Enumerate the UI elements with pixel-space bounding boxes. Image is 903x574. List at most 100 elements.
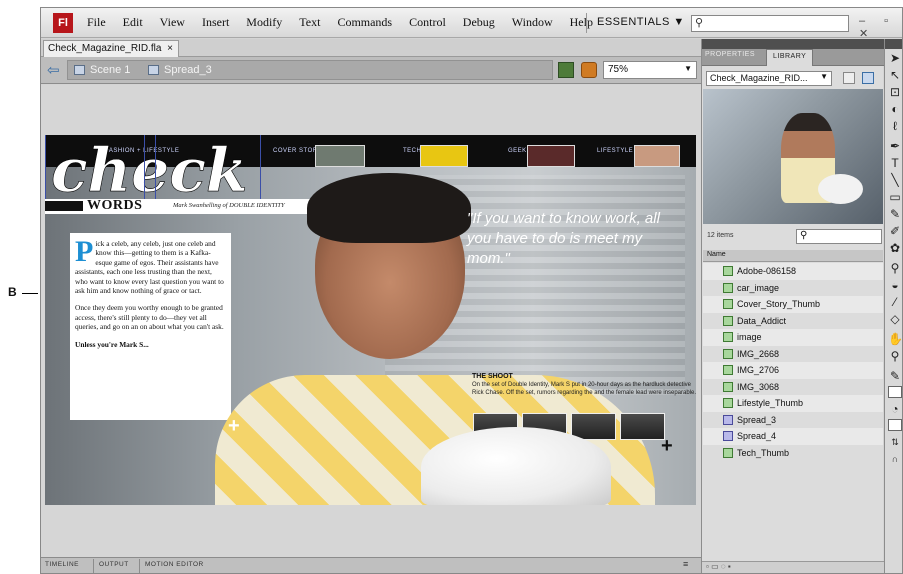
chevron-down-icon: ▼ xyxy=(684,64,692,73)
library-column-header[interactable]: Name xyxy=(703,250,883,262)
menu-insert[interactable]: Insert xyxy=(202,15,229,30)
library-footer: ▫ ▭ ◌ ▪ xyxy=(702,561,884,573)
words-title: WORDS xyxy=(87,198,143,213)
workspace-switcher[interactable]: ESSENTIALS ▼ xyxy=(597,16,685,28)
zoom-icon[interactable]: ⚲ xyxy=(888,349,902,364)
breadcrumb-scene[interactable]: Scene 1 xyxy=(90,64,130,76)
callout-label: B xyxy=(8,285,17,299)
menu-control[interactable]: Control xyxy=(409,15,446,30)
pen-icon[interactable]: ✒ xyxy=(888,139,902,154)
tab-motion-editor[interactable]: MOTION EDITOR xyxy=(145,561,204,568)
tab-divider xyxy=(139,559,140,573)
bitmap-icon xyxy=(723,299,733,309)
library-item[interactable]: Data_Addict xyxy=(703,312,883,329)
help-search-input[interactable]: ⚲ xyxy=(691,15,849,32)
fill-color-swatch[interactable] xyxy=(888,419,902,431)
rectangle-icon[interactable]: ▭ xyxy=(888,190,902,205)
menu-edit[interactable]: Edit xyxy=(123,15,143,30)
new-symbol-icon[interactable]: ▫ xyxy=(706,562,709,571)
menu-commands[interactable]: Commands xyxy=(337,15,392,30)
panel-title-strip[interactable] xyxy=(702,39,884,49)
registration-point-icon: + xyxy=(228,415,240,437)
search-icon: ⚲ xyxy=(800,230,808,241)
tab-library[interactable]: LIBRARY xyxy=(766,49,814,66)
library-item[interactable]: Cover_Story_Thumb xyxy=(703,296,883,313)
stroke-color-swatch[interactable] xyxy=(888,386,902,398)
close-tab-icon[interactable]: × xyxy=(167,43,173,54)
menu-window[interactable]: Window xyxy=(512,15,553,30)
library-item[interactable]: Lifestyle_Thumb xyxy=(703,395,883,412)
article-text-box[interactable]: P ick a celeb, any celeb, just one celeb… xyxy=(70,233,231,420)
delete-icon[interactable]: ▪ xyxy=(728,562,731,571)
tools-title-strip[interactable] xyxy=(885,39,902,49)
magazine-spread-artboard[interactable]: FASHION + LIFESTYLE COVER STORY TECH GEE… xyxy=(45,135,696,505)
free-transform-icon[interactable]: ⊡ xyxy=(888,85,902,100)
person-hair xyxy=(307,173,471,243)
stroke-color-icon[interactable]: ✎ xyxy=(888,369,902,384)
menu-help[interactable]: Help xyxy=(570,15,593,30)
callout-line xyxy=(22,293,38,294)
menu-modify[interactable]: Modify xyxy=(246,15,282,30)
new-folder-icon[interactable]: ▭ xyxy=(711,562,719,571)
stage-area[interactable]: FASHION + LIFESTYLE COVER STORY TECH GEE… xyxy=(41,85,701,557)
library-item[interactable]: IMG_3068 xyxy=(703,378,883,395)
breadcrumb-symbol[interactable]: Spread_3 xyxy=(164,64,212,76)
snap-icon[interactable]: ∩ xyxy=(888,452,902,467)
tab-output[interactable]: OUTPUT xyxy=(99,561,129,568)
library-item[interactable]: Tech_Thumb xyxy=(703,444,883,461)
line-icon[interactable]: ╲ xyxy=(888,173,902,188)
selection-bounding-box[interactable] xyxy=(155,135,261,202)
pull-quote: "If you want to know work, all you have … xyxy=(467,210,660,267)
tab-properties[interactable]: PROPERTIES xyxy=(705,51,755,58)
menu-debug[interactable]: Debug xyxy=(463,15,495,30)
library-search-input[interactable]: ⚲ xyxy=(796,229,882,244)
library-item[interactable]: Spread_4 xyxy=(703,428,883,445)
library-item-label: IMG_3068 xyxy=(737,381,780,392)
library-panel: PROPERTIES LIBRARY Check_Magazine_RID...… xyxy=(701,39,884,573)
library-item[interactable]: IMG_2706 xyxy=(703,362,883,379)
menu-text[interactable]: Text xyxy=(299,15,320,30)
panel-menu-icon[interactable]: ≡ xyxy=(683,559,689,569)
geek-thumb xyxy=(527,145,575,167)
library-item[interactable]: car_image xyxy=(703,279,883,296)
brush-icon[interactable]: ✐ xyxy=(888,224,902,239)
lasso-icon[interactable]: ℓ xyxy=(888,119,902,134)
pin-library-icon[interactable] xyxy=(843,72,855,84)
zoom-select[interactable]: 75% ▼ xyxy=(603,61,697,79)
subselection-icon[interactable]: ↖ xyxy=(888,68,902,83)
document-tab-label: Check_Magazine_RID.fla xyxy=(48,43,162,54)
article-paragraph-2: Once they deem you worthy enough to be g… xyxy=(75,303,224,332)
bone-icon[interactable]: ⚲ xyxy=(888,261,902,276)
library-item[interactable]: Spread_3 xyxy=(703,411,883,428)
library-item[interactable]: IMG_2668 xyxy=(703,345,883,362)
library-document-select[interactable]: Check_Magazine_RID... ▼ xyxy=(706,71,832,86)
zoom-value: 75% xyxy=(608,64,629,75)
deco-icon[interactable]: ✿ xyxy=(888,241,902,256)
back-arrow-icon[interactable]: ⇦ xyxy=(47,61,60,79)
swap-colors-icon[interactable]: ⇅ xyxy=(888,435,902,450)
tab-timeline[interactable]: TIMELINE xyxy=(45,561,79,568)
menu-view[interactable]: View xyxy=(160,15,185,30)
selection-icon[interactable]: ➤ xyxy=(888,51,902,66)
library-list: Adobe-086158 car_image Cover_Story_Thumb… xyxy=(703,263,883,461)
text-icon[interactable]: T xyxy=(888,156,902,171)
window-controls[interactable]: – ▫ ✕ xyxy=(859,15,902,40)
library-item[interactable]: image xyxy=(703,329,883,346)
paint-bucket-icon[interactable]: ◒ xyxy=(888,278,902,293)
edit-scene-icon[interactable] xyxy=(558,62,574,78)
preview-dog xyxy=(818,174,863,204)
fill-color-icon[interactable]: ◔ xyxy=(888,402,902,417)
3d-rotation-icon[interactable]: ◐ xyxy=(888,102,902,117)
eraser-icon[interactable]: ◇ xyxy=(888,312,902,327)
library-item[interactable]: Adobe-086158 xyxy=(703,263,883,280)
tech-thumb xyxy=(420,145,468,167)
edit-symbols-icon[interactable] xyxy=(581,62,597,78)
hand-icon[interactable]: ✋ xyxy=(888,332,902,347)
movieclip-icon xyxy=(723,414,733,425)
pencil-icon[interactable]: ✎ xyxy=(888,207,902,222)
new-library-panel-icon[interactable] xyxy=(862,72,874,84)
document-tab[interactable]: Check_Magazine_RID.fla × xyxy=(43,40,179,57)
menu-file[interactable]: File xyxy=(87,15,106,30)
eyedropper-icon[interactable]: ⁄ xyxy=(888,295,902,310)
properties-icon[interactable]: ◌ xyxy=(721,562,726,571)
